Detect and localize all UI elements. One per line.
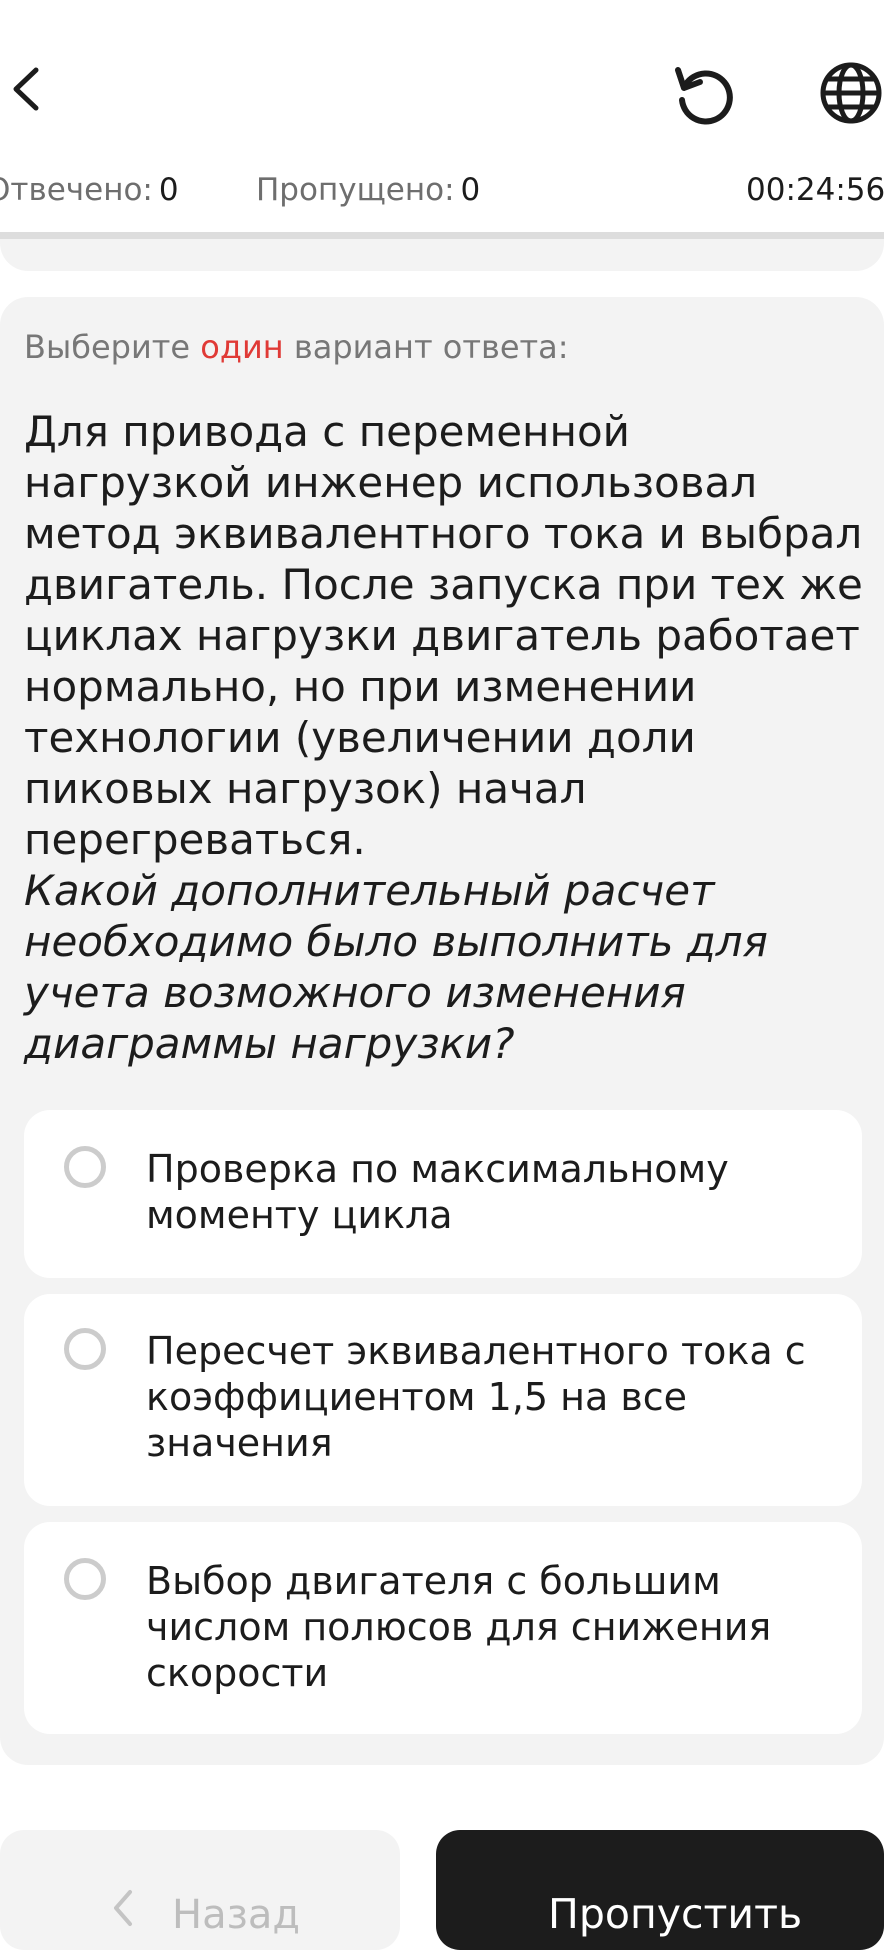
globe-icon[interactable]: [818, 60, 884, 126]
instruction-text-end: вариант ответа:: [293, 328, 569, 366]
answered-stat: Отвечено: 0: [0, 172, 179, 208]
radio-button[interactable]: [64, 1328, 106, 1370]
chevron-left-icon: [114, 1890, 132, 1926]
chevron-left-icon[interactable]: [6, 62, 46, 116]
answer-instruction: Выберите один вариант ответа:: [24, 328, 569, 366]
skip-button-label: Пропустить: [548, 1890, 803, 1938]
skipped-stat: Пропущено: 0: [256, 172, 480, 208]
radio-button[interactable]: [64, 1146, 106, 1188]
top-bar: [0, 0, 884, 180]
answer-option-1[interactable]: Проверка по максимальному моменту цикла: [24, 1110, 862, 1278]
question-text-block: Для привода с переменной нагрузкой инжен…: [24, 406, 864, 1069]
answered-label: Отвечено:: [0, 172, 153, 208]
instruction-accent: один: [200, 328, 284, 366]
skipped-label: Пропущено:: [256, 172, 455, 208]
skip-button[interactable]: Пропустить: [436, 1830, 884, 1950]
previous-card-edge: [0, 239, 884, 271]
option-text: Пересчет эквивалентного тока с коэффицие…: [146, 1329, 806, 1465]
question-text: Для привода с переменной нагрузкой инжен…: [24, 407, 863, 864]
question-prompt: Какой дополнительный расчет необходимо б…: [24, 866, 768, 1068]
progress-divider: [0, 232, 884, 239]
instruction-text: Выберите: [24, 328, 191, 366]
timer: 00:24:56: [746, 172, 884, 208]
back-button[interactable]: Назад: [0, 1830, 400, 1950]
reset-icon[interactable]: [672, 62, 736, 126]
radio-button[interactable]: [64, 1558, 106, 1600]
option-text: Проверка по максимальному моменту цикла: [146, 1147, 729, 1237]
answered-count: 0: [158, 172, 179, 208]
answer-option-3[interactable]: Выбор двигателя с большим числом полюсов…: [24, 1522, 862, 1734]
back-button-label: Назад: [172, 1892, 301, 1938]
skipped-count: 0: [460, 172, 481, 208]
option-text: Выбор двигателя с большим числом полюсов…: [146, 1559, 772, 1695]
test-stats: Отвечено: 0 Пропущено: 0 00:24:56: [0, 172, 884, 216]
answer-option-2[interactable]: Пересчет эквивалентного тока с коэффицие…: [24, 1294, 862, 1506]
